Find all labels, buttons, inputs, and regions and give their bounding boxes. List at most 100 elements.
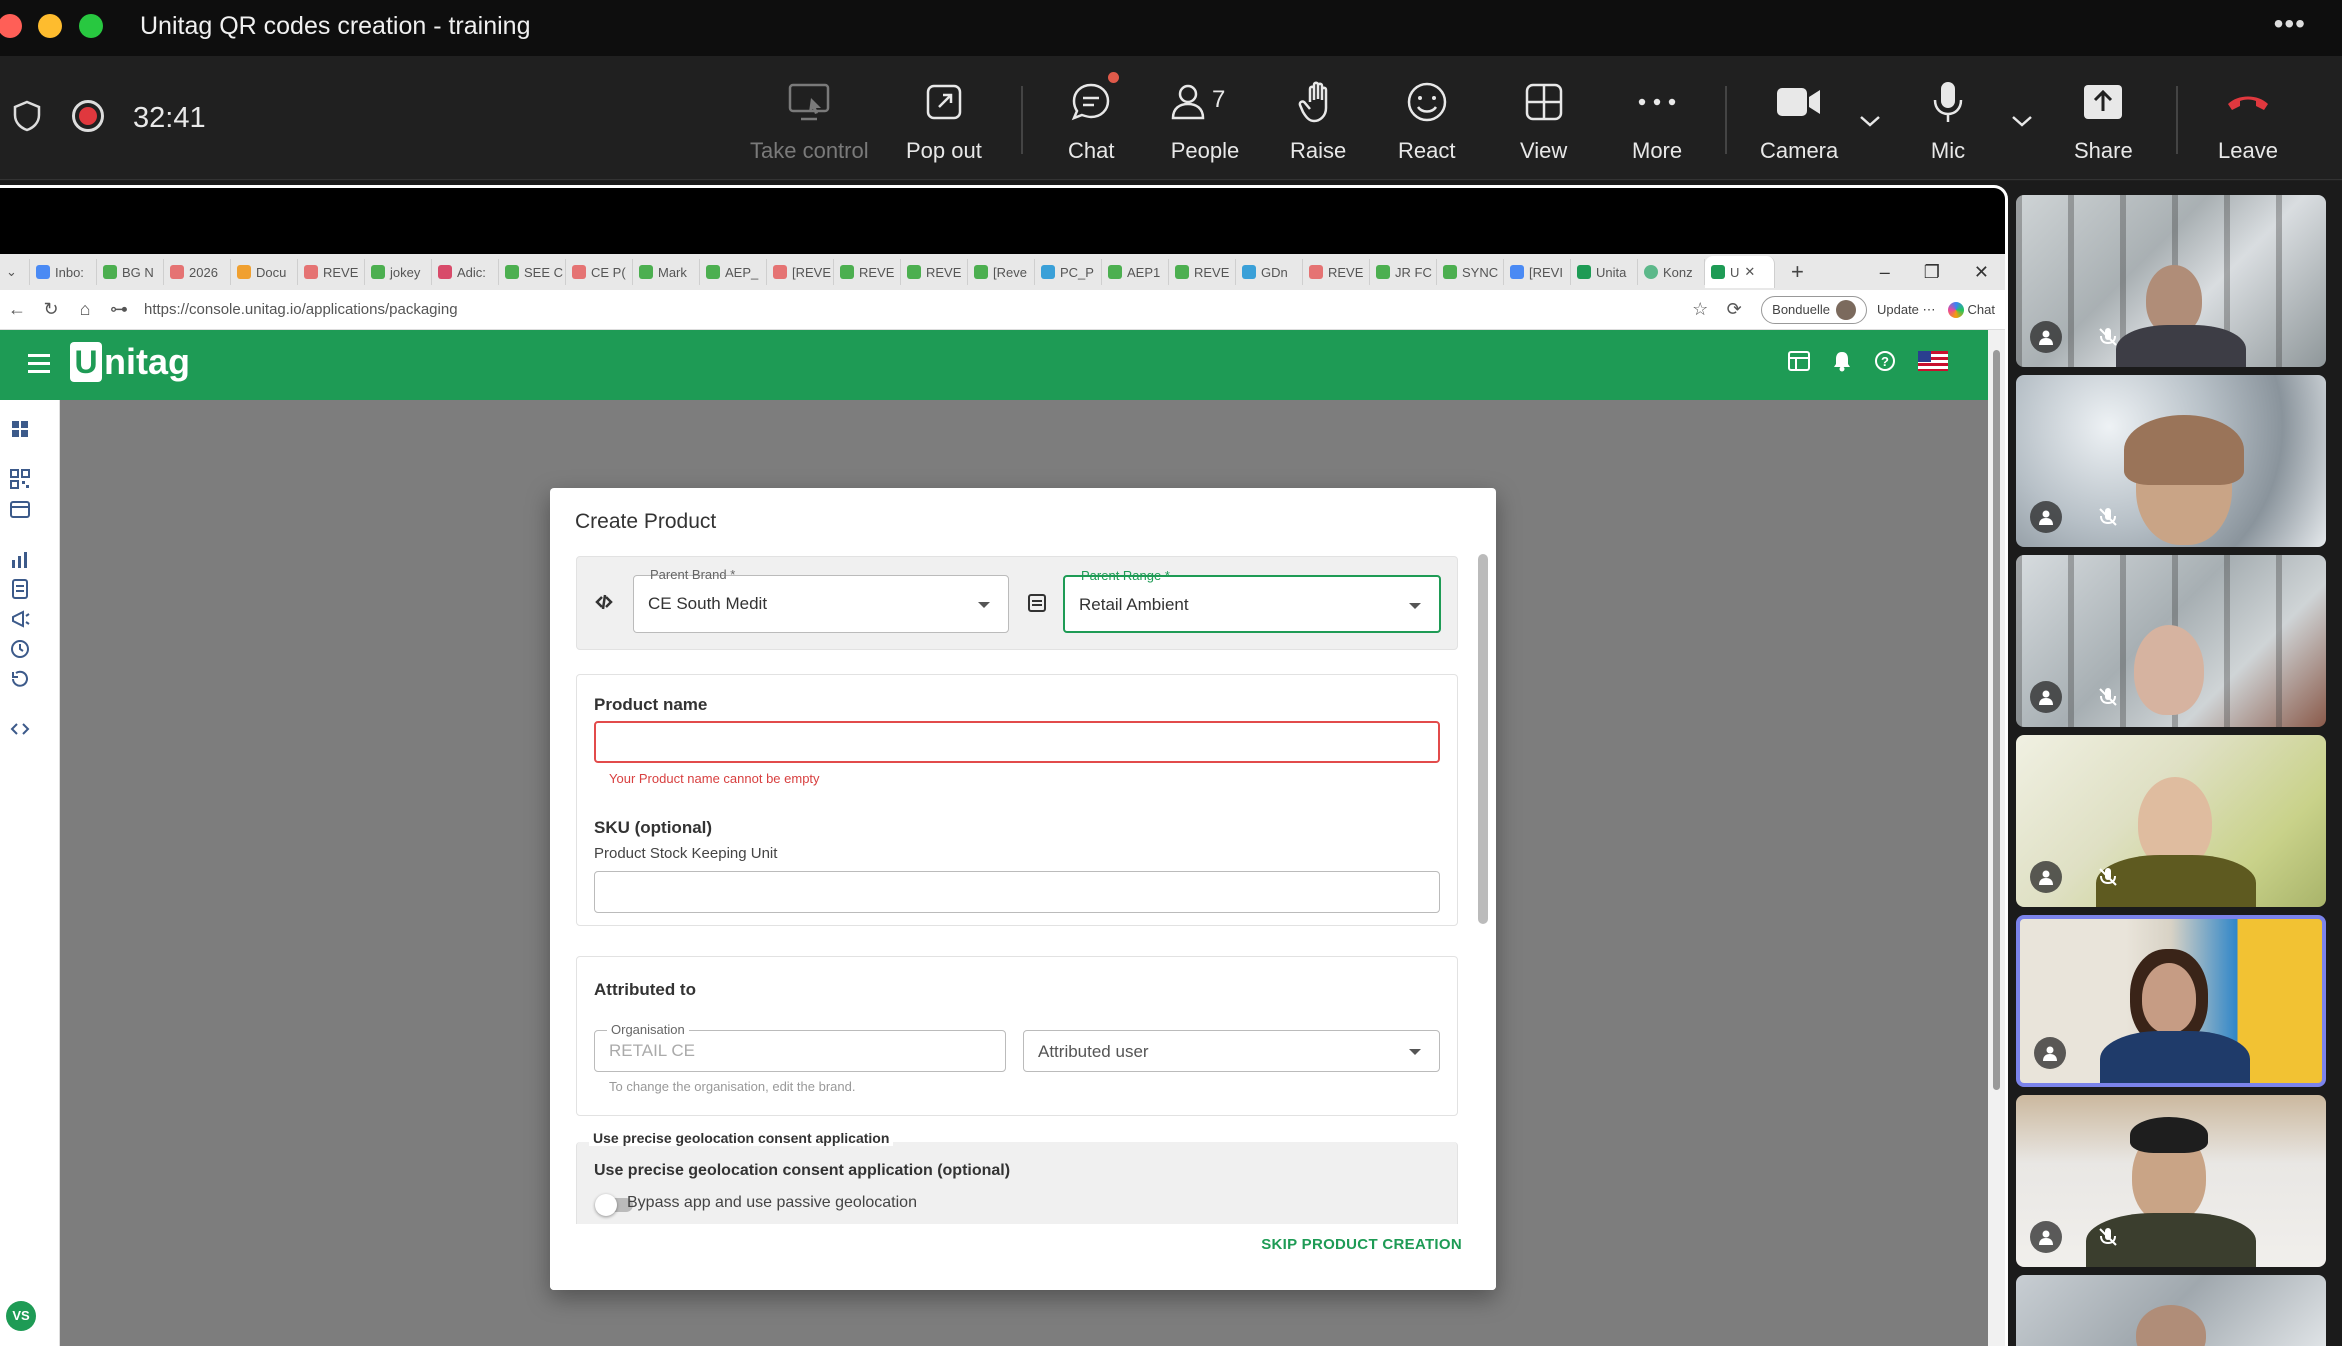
zoom-window-button[interactable] — [79, 14, 103, 38]
participant-video-tile[interactable] — [2016, 1275, 2326, 1346]
participant-video-tile[interactable] — [2016, 555, 2326, 727]
packaging-icon[interactable] — [9, 498, 31, 520]
parent-range-select[interactable]: Parent Range * Retail Ambient — [1063, 568, 1441, 633]
participant-video-tile[interactable] — [2016, 375, 2326, 547]
url-input[interactable]: https://console.unitag.io/applications/p… — [144, 301, 1683, 318]
qr-code-icon[interactable] — [9, 468, 31, 490]
pop-out-button[interactable]: Pop out — [906, 74, 982, 174]
analytics-icon[interactable] — [9, 548, 31, 570]
browser-tab[interactable]: [Reve — [968, 259, 1035, 285]
copilot-chat-button[interactable]: Chat — [1947, 301, 1995, 318]
chat-label: Chat — [1068, 138, 1115, 163]
reports-icon[interactable] — [9, 578, 31, 600]
view-button[interactable]: View — [1520, 74, 1567, 174]
browser-tab[interactable]: REVE — [901, 259, 968, 285]
people-button[interactable]: 7 People — [1168, 74, 1242, 174]
browser-tab[interactable]: SYNC — [1437, 259, 1504, 285]
shared-screen: ⌄ Inbo: BG N 2026 Docu REVE jokey Adic: … — [0, 185, 2008, 1346]
mic-options-chevron-icon[interactable] — [2010, 114, 2034, 133]
participant-video-tile-active-speaker[interactable] — [2016, 915, 2326, 1087]
app-sidebar: VS — [0, 400, 60, 1346]
table-icon[interactable] — [1788, 351, 1810, 371]
leave-button[interactable]: Leave — [2218, 74, 2278, 174]
scrollbar-thumb[interactable] — [1993, 350, 2000, 1090]
browser-tab[interactable]: REVE — [1169, 259, 1236, 285]
unitag-logo[interactable]: Unitag — [70, 341, 190, 383]
bell-icon[interactable] — [1832, 350, 1852, 372]
participant-video-tile[interactable] — [2016, 1095, 2326, 1267]
tab-label: BG N — [122, 264, 154, 280]
code-icon[interactable] — [9, 718, 31, 740]
campaign-icon[interactable] — [9, 608, 31, 630]
tab-favicon-icon — [840, 265, 854, 279]
close-tab-icon[interactable]: ✕ — [1744, 264, 1755, 280]
raise-hand-button[interactable]: Raise — [1290, 74, 1346, 174]
update-button[interactable]: Update ⋯ — [1877, 302, 1936, 318]
parent-brand-select[interactable]: Parent Brand * CE South Medit — [633, 567, 1009, 633]
help-icon[interactable]: ? — [1874, 350, 1896, 372]
browser-tab[interactable]: [REVE — [767, 259, 834, 285]
profile-button[interactable]: Bonduelle — [1761, 295, 1867, 324]
browser-tab[interactable]: REVE — [1303, 259, 1370, 285]
more-button[interactable]: More — [1632, 74, 1682, 174]
browser-tab[interactable]: [REVI — [1504, 259, 1571, 285]
tab-search-chevron-icon[interactable]: ⌄ — [0, 259, 30, 285]
dialog-scrollbar-thumb[interactable] — [1478, 554, 1488, 924]
reload-icon[interactable]: ↻ — [34, 299, 68, 320]
browser-tab-active[interactable]: U ✕ — [1705, 256, 1775, 288]
browser-tab[interactable]: SEE C — [499, 259, 566, 285]
browser-tab[interactable]: GDn — [1236, 259, 1303, 285]
share-button[interactable]: Share — [2074, 74, 2133, 174]
participant-video-tile[interactable] — [2016, 195, 2326, 367]
browser-tab[interactable]: Konz — [1638, 259, 1705, 285]
browser-tab[interactable]: AEP_ — [700, 259, 767, 285]
browser-tab[interactable]: PC_P — [1035, 259, 1102, 285]
attributed-user-select[interactable]: Attributed user — [1023, 1030, 1440, 1072]
restore-icon[interactable]: ❐ — [1924, 262, 1940, 283]
us-flag-icon[interactable] — [1918, 351, 1948, 371]
dashboard-icon[interactable] — [9, 418, 31, 440]
browser-tab[interactable]: 2026 — [164, 259, 231, 285]
minimize-window-button[interactable] — [38, 14, 62, 38]
chat-button[interactable]: Chat — [1068, 72, 1120, 174]
browser-tab[interactable]: Mark — [633, 259, 700, 285]
browser-tab[interactable]: BG N — [97, 259, 164, 285]
browser-tab[interactable]: jokey — [365, 259, 432, 285]
browser-tab[interactable]: JR FC — [1370, 259, 1437, 285]
minimize-icon[interactable]: – — [1880, 262, 1890, 283]
history-icon[interactable] — [9, 668, 31, 690]
browser-tab[interactable]: Unita — [1571, 259, 1638, 285]
product-name-input[interactable] — [594, 721, 1440, 763]
browser-tab[interactable]: REVE — [834, 259, 901, 285]
bookmark-star-icon[interactable]: ☆ — [1683, 299, 1717, 320]
user-avatar[interactable]: VS — [6, 1301, 36, 1331]
skip-product-creation-button[interactable]: SKIP PRODUCT CREATION — [1261, 1236, 1462, 1253]
window-more-button[interactable]: ••• — [2274, 8, 2306, 40]
take-control-button[interactable]: Take control — [750, 74, 869, 174]
participant-video-tile[interactable] — [2016, 735, 2326, 907]
browser-tab[interactable]: REVE — [298, 259, 365, 285]
mic-button[interactable]: Mic — [1930, 74, 1966, 174]
back-icon[interactable]: ← — [0, 299, 34, 320]
react-button[interactable]: React — [1398, 74, 1455, 174]
close-window-button[interactable] — [0, 14, 22, 38]
browser-tab[interactable]: Adic: — [432, 259, 499, 285]
camera-options-chevron-icon[interactable] — [1858, 114, 1882, 133]
browser-tab[interactable]: AEP1 — [1102, 259, 1169, 285]
browser-tab[interactable]: CE P( — [566, 259, 633, 285]
logo-mark: U — [70, 342, 102, 382]
menu-icon[interactable] — [28, 354, 50, 378]
new-tab-button[interactable]: + — [1775, 259, 1820, 285]
close-icon[interactable]: ✕ — [1974, 262, 1989, 283]
page-scrollbar[interactable] — [1988, 330, 2005, 1346]
sync-icon[interactable]: ⟳ — [1717, 299, 1751, 320]
home-icon[interactable]: ⌂ — [68, 299, 102, 320]
site-info-icon[interactable]: ⊶ — [102, 299, 136, 320]
camera-button[interactable]: Camera — [1760, 74, 1838, 174]
tab-label: CE P( — [591, 264, 626, 280]
browser-tab[interactable]: Docu — [231, 259, 298, 285]
clock-icon[interactable] — [9, 638, 31, 660]
sku-input[interactable] — [594, 871, 1440, 913]
browser-tab[interactable]: Inbo: — [30, 259, 97, 285]
tab-label: Adic: — [457, 264, 486, 280]
